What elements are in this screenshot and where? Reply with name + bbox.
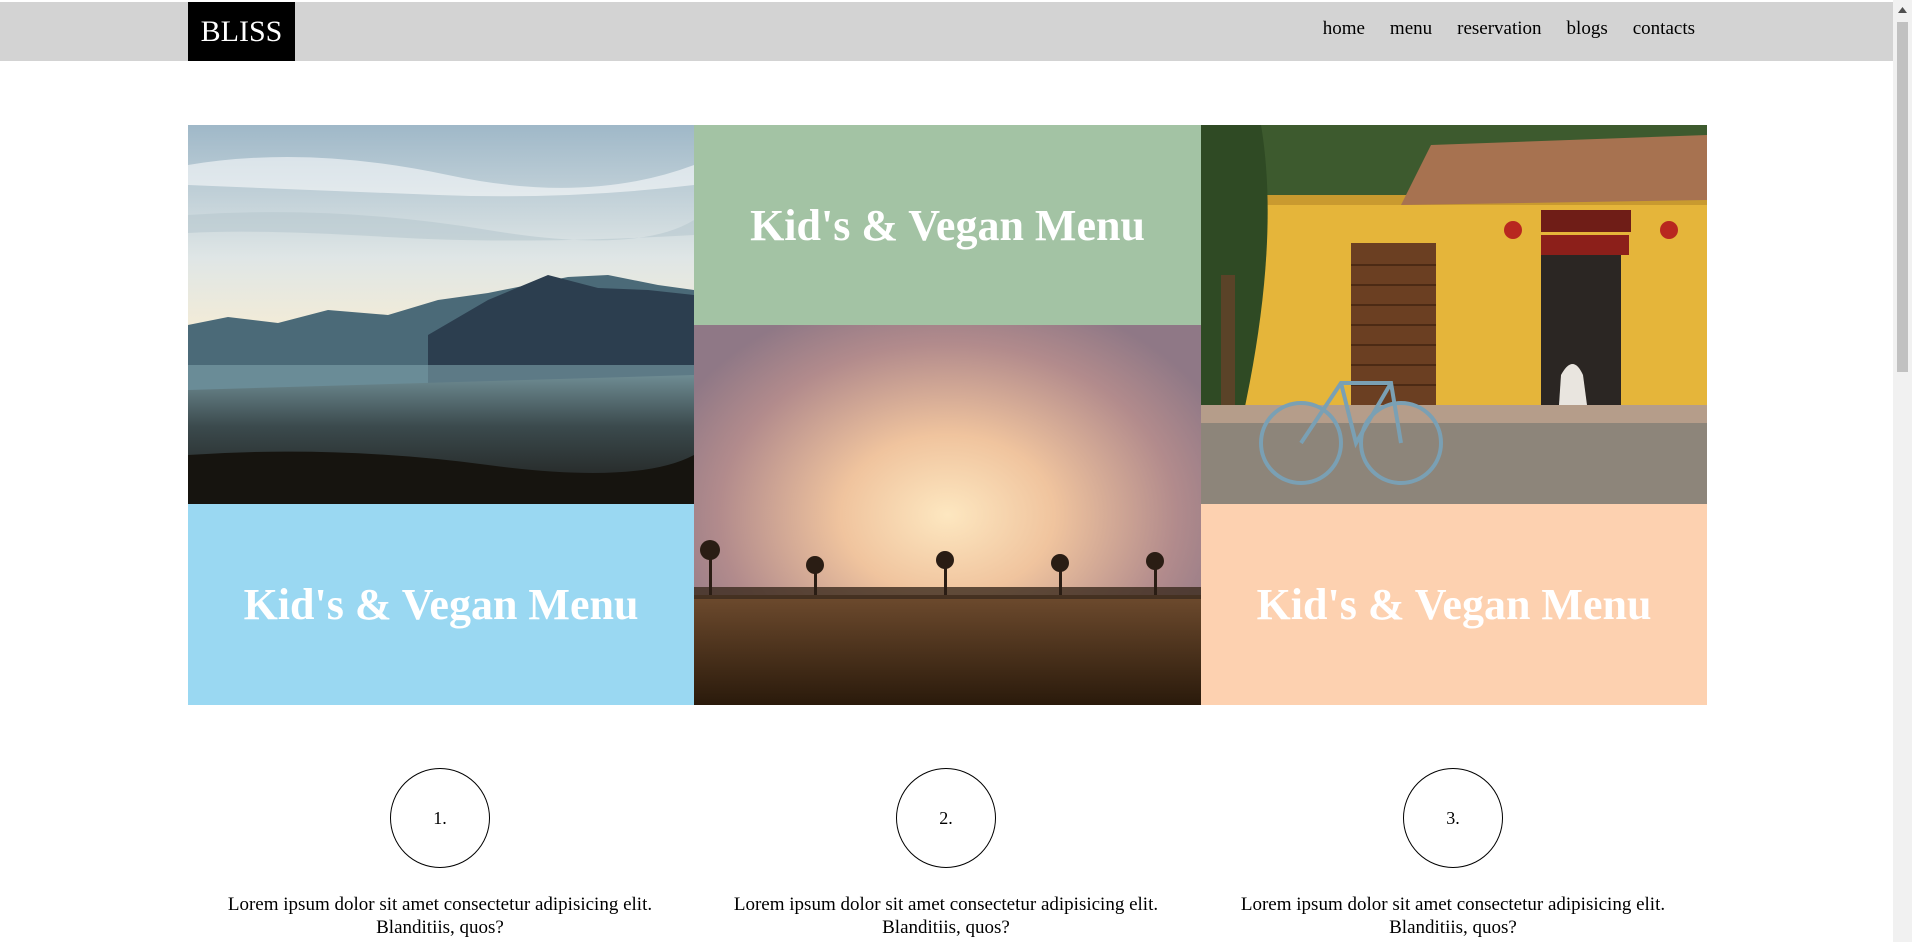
- step-2-text: Lorem ipsum dolor sit amet consectetur a…: [733, 894, 1159, 938]
- scrollbar[interactable]: [1893, 0, 1912, 942]
- nav-reservation[interactable]: reservation: [1457, 18, 1541, 40]
- menu-grid: Kid's & Vegan Menu Kid's & Vegan Menu Ki…: [188, 125, 1707, 705]
- scrollbar-thumb[interactable]: [1897, 22, 1908, 372]
- sunset-image: [694, 325, 1201, 705]
- menu-tile-blue[interactable]: Kid's & Vegan Menu: [188, 504, 694, 705]
- page: BLISS home menu reservation blogs contac…: [0, 0, 1912, 942]
- logo[interactable]: BLISS: [188, 2, 295, 61]
- house-bicycle-image: [1201, 125, 1707, 504]
- main-nav: home menu reservation blogs contacts: [1298, 2, 1695, 56]
- mountain-image: [188, 125, 694, 504]
- step-3-text: Lorem ipsum dolor sit amet consectetur a…: [1240, 894, 1666, 938]
- step-1-circle: 1.: [390, 768, 490, 868]
- nav-blogs[interactable]: blogs: [1567, 18, 1608, 40]
- nav-contacts[interactable]: contacts: [1633, 18, 1695, 40]
- step-2-circle: 2.: [896, 768, 996, 868]
- chevron-up-icon[interactable]: [1893, 0, 1912, 19]
- step-3-circle: 3.: [1403, 768, 1503, 868]
- menu-tile-green[interactable]: Kid's & Vegan Menu: [694, 125, 1201, 325]
- nav-menu[interactable]: menu: [1390, 18, 1432, 40]
- menu-tile-peach[interactable]: Kid's & Vegan Menu: [1201, 504, 1707, 705]
- step-1-text: Lorem ipsum dolor sit amet consectetur a…: [227, 894, 653, 938]
- nav-home[interactable]: home: [1323, 18, 1365, 40]
